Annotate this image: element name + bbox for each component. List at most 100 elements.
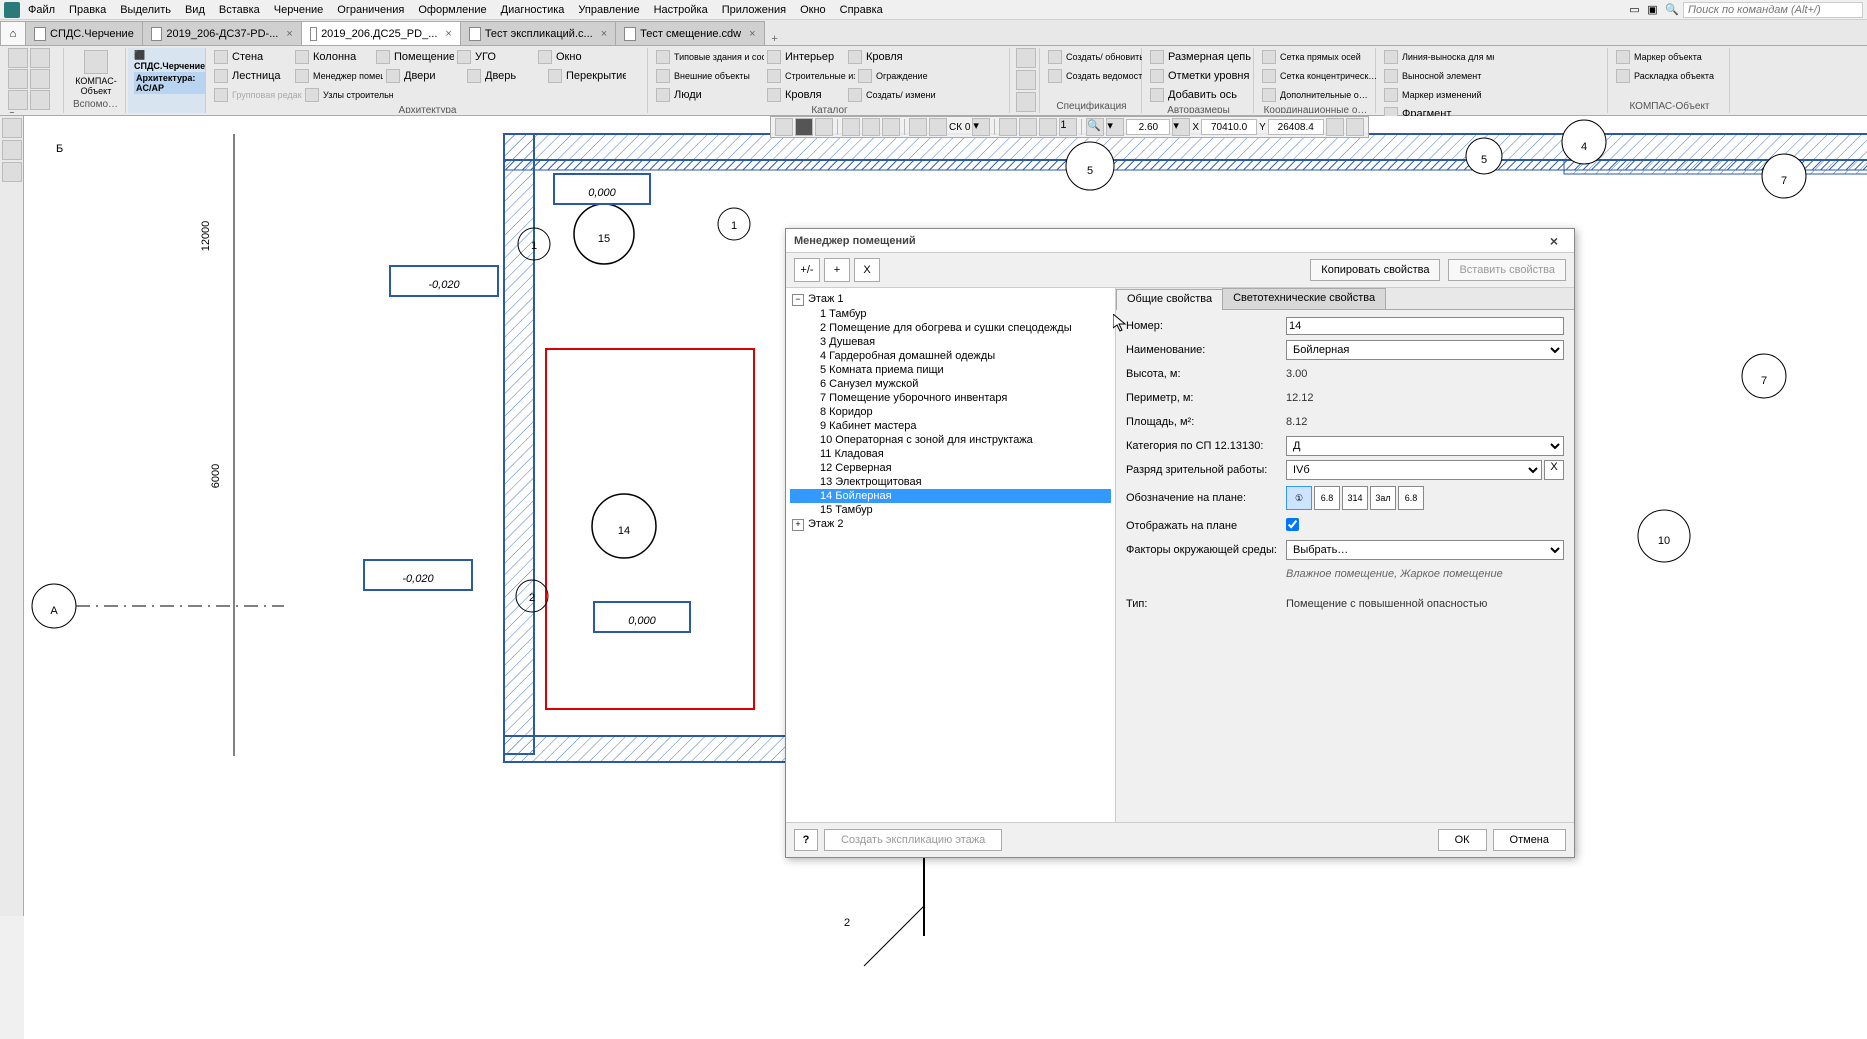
- ok-button[interactable]: ОК: [1438, 829, 1487, 851]
- ugo-button[interactable]: УГО: [455, 48, 535, 66]
- add-axis-button[interactable]: Добавить ось: [1148, 86, 1254, 104]
- spec-create-button[interactable]: Создать/ обновить специ…: [1046, 48, 1142, 66]
- home-tab[interactable]: ⌂: [0, 21, 26, 45]
- tree-floor-2[interactable]: +Этаж 2: [790, 517, 1111, 532]
- interior-button[interactable]: Интерьер: [765, 48, 845, 66]
- save-icon[interactable]: [8, 69, 28, 89]
- tab-active[interactable]: 2019_206.ДС25_PD_...×: [301, 21, 461, 45]
- wall-button[interactable]: Стена: [212, 48, 292, 66]
- help-button[interactable]: ?: [794, 829, 818, 851]
- new-tab-button[interactable]: +: [765, 33, 785, 45]
- layout-icon[interactable]: ▣: [1647, 3, 1661, 17]
- zoom-dd[interactable]: ▾: [1106, 118, 1124, 136]
- tree-room[interactable]: 7 Помещение уборочного инвентаря: [790, 391, 1111, 405]
- new-icon[interactable]: [8, 48, 28, 68]
- room-tree[interactable]: −Этаж 1 1 Тамбур 2 Помещение для обогрев…: [786, 288, 1116, 822]
- menu-edit[interactable]: Правка: [63, 2, 112, 18]
- window-button[interactable]: Окно: [536, 48, 616, 66]
- doors-button[interactable]: Двери: [384, 67, 464, 85]
- rank-select[interactable]: IVб: [1286, 460, 1542, 480]
- plan-mark-opt-1[interactable]: ①: [1286, 486, 1312, 510]
- create-explication-button[interactable]: Создать экспликацию этажа: [824, 829, 1002, 851]
- close-icon[interactable]: ×: [286, 28, 292, 40]
- category-select[interactable]: Д: [1286, 436, 1564, 456]
- grid-add-button[interactable]: Дополнительные о…: [1260, 86, 1376, 104]
- buildings-button[interactable]: Типовые здания и сооружения: [654, 48, 764, 66]
- detail-button[interactable]: Выносной элемент: [1382, 67, 1494, 85]
- vb-perp[interactable]: [862, 118, 880, 136]
- dim-chain-button[interactable]: Размерная цепь: [1148, 48, 1254, 66]
- menu-format[interactable]: Оформление: [412, 2, 492, 18]
- tool-icon-3[interactable]: [2, 162, 22, 182]
- tree-room[interactable]: 8 Коридор: [790, 405, 1111, 419]
- close-icon[interactable]: ×: [601, 28, 607, 40]
- clear-rank-button[interactable]: X: [1544, 460, 1564, 480]
- people-button[interactable]: Люди: [654, 86, 764, 104]
- menu-diag[interactable]: Диагностика: [495, 2, 571, 18]
- tool-icon-fx[interactable]: [2, 140, 22, 160]
- entrance-button[interactable]: Ограждение: [856, 67, 946, 85]
- menu-file[interactable]: Файл: [22, 2, 61, 18]
- vb-2[interactable]: [795, 118, 813, 136]
- roof-button[interactable]: Кровля: [765, 86, 845, 104]
- close-icon[interactable]: ×: [445, 28, 451, 40]
- tree-room[interactable]: 12 Серверная: [790, 461, 1111, 475]
- undo-icon[interactable]: [8, 90, 28, 110]
- vb-angle[interactable]: [842, 118, 860, 136]
- menu-drawing[interactable]: Черчение: [268, 2, 330, 18]
- plan-mark-opt-2[interactable]: 6.8: [1314, 486, 1340, 510]
- scale-dd[interactable]: ▾: [1172, 118, 1190, 136]
- menu-apps[interactable]: Приложения: [716, 2, 792, 18]
- change-marker-button[interactable]: Маркер изменений: [1382, 86, 1494, 104]
- tree-room[interactable]: 1 Тамбур: [790, 307, 1111, 321]
- vb-sc1[interactable]: [999, 118, 1017, 136]
- delete-button[interactable]: X: [854, 258, 880, 282]
- tree-room[interactable]: 3 Душевая: [790, 335, 1111, 349]
- room-mgr-button[interactable]: Менеджер помещений: [293, 67, 383, 85]
- menu-settings[interactable]: Настройка: [648, 2, 714, 18]
- create-user-button[interactable]: Создать/ изменить пользователь…: [846, 86, 936, 104]
- tab-general[interactable]: Общие свойства: [1116, 289, 1223, 310]
- tab-2019-206-dc37[interactable]: 2019_206-ДС37-PD-...×: [142, 21, 302, 45]
- menu-window[interactable]: Окно: [794, 2, 832, 18]
- menu-help[interactable]: Справка: [834, 2, 889, 18]
- external-button[interactable]: Внешние объекты: [654, 67, 764, 85]
- room-button[interactable]: Помещение: [374, 48, 454, 66]
- vb-3[interactable]: [815, 118, 833, 136]
- layout-button[interactable]: Раскладка объекта: [1614, 67, 1730, 85]
- menu-insert[interactable]: Вставка: [213, 2, 266, 18]
- close-icon[interactable]: ×: [749, 28, 755, 40]
- command-search-input[interactable]: [1683, 2, 1863, 18]
- tree-room[interactable]: 2 Помещение для обогрева и сушки спецоде…: [790, 321, 1111, 335]
- tree-room[interactable]: 13 Электрощитовая: [790, 475, 1111, 489]
- close-icon[interactable]: ×: [1542, 233, 1566, 249]
- tab-lighting[interactable]: Светотехнические свойства: [1222, 288, 1386, 309]
- tree-room[interactable]: 15 Тамбур: [790, 503, 1111, 517]
- vb-scale-num[interactable]: 1: [1059, 118, 1077, 136]
- menu-view[interactable]: Вид: [179, 2, 211, 18]
- grid-icon[interactable]: [909, 118, 927, 136]
- constr-button[interactable]: Строительные изделия: [765, 67, 855, 85]
- slab-button[interactable]: Перекрытие: [546, 67, 626, 85]
- expand-icon[interactable]: +: [792, 519, 804, 531]
- paste-props-button[interactable]: Вставить свойства: [1448, 259, 1566, 281]
- tree-room[interactable]: 4 Гардеробная домашней одежды: [790, 349, 1111, 363]
- fence-button[interactable]: Кровля: [846, 48, 926, 66]
- leader-button[interactable]: Линия-выноска для многосло…: [1382, 48, 1494, 66]
- print-icon[interactable]: [30, 69, 50, 89]
- zoom-icon[interactable]: 🔍: [1086, 118, 1104, 136]
- level-marks-button[interactable]: Отметки уровня: [1148, 67, 1254, 85]
- tree-room[interactable]: 11 Кладовая: [790, 447, 1111, 461]
- plusminus-button[interactable]: +/-: [794, 258, 820, 282]
- fullscreen-icon[interactable]: ▭: [1629, 3, 1643, 17]
- tree-room[interactable]: 10 Операторная с зоной для инструктажа: [790, 433, 1111, 447]
- vb-sc3[interactable]: [1039, 118, 1057, 136]
- vb-end1[interactable]: [1326, 118, 1344, 136]
- grid-rect-button[interactable]: Сетка прямых осей: [1260, 48, 1376, 66]
- tool-icon-1[interactable]: [2, 118, 22, 138]
- vb-sc2[interactable]: [1019, 118, 1037, 136]
- vb-dd[interactable]: ▾: [972, 118, 990, 136]
- scale-input[interactable]: [1126, 119, 1170, 135]
- tree-floor-1[interactable]: −Этаж 1: [790, 292, 1111, 307]
- snap-icon[interactable]: [929, 118, 947, 136]
